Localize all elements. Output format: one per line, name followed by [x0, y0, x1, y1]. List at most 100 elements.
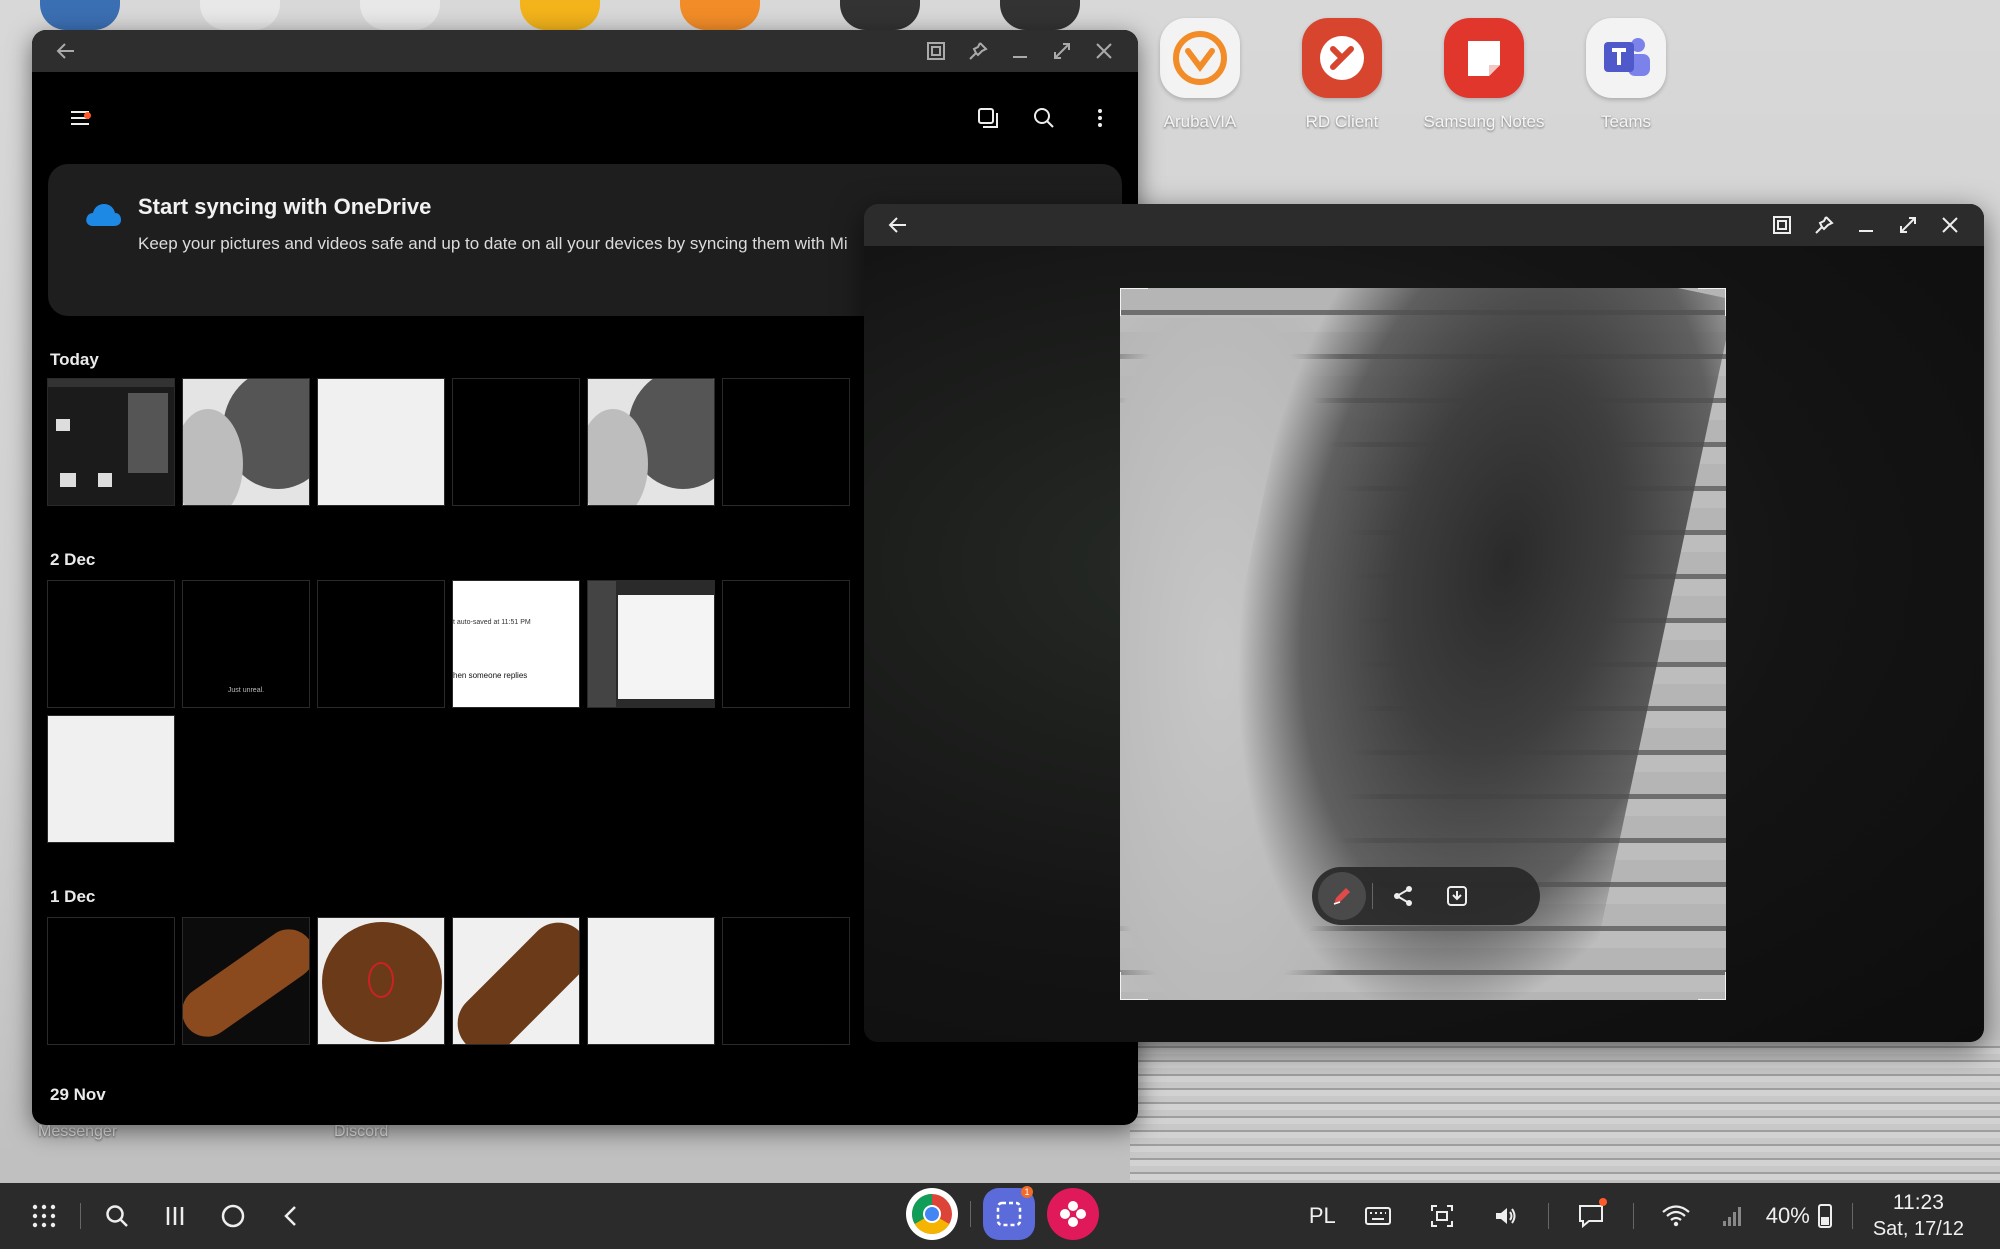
- select-icon[interactable]: [968, 98, 1008, 138]
- crop-handle[interactable]: [1120, 288, 1148, 316]
- wifi-icon[interactable]: [1654, 1194, 1698, 1238]
- pin-icon[interactable]: [958, 31, 998, 71]
- minimize-icon[interactable]: [1846, 205, 1886, 245]
- menu-icon[interactable]: [60, 98, 100, 138]
- app-icon[interactable]: [200, 0, 280, 30]
- battery-percent: 40%: [1765, 1203, 1810, 1228]
- crop-handle[interactable]: [1120, 972, 1148, 1000]
- volume-icon[interactable]: [1484, 1194, 1528, 1238]
- thumbnail[interactable]: [317, 378, 445, 506]
- app-icon[interactable]: [840, 0, 920, 30]
- shortcut-label-messenger[interactable]: Messenger: [38, 1123, 117, 1141]
- wallpaper: [1130, 1040, 2000, 1180]
- clock-time: 11:23: [1892, 1191, 1944, 1215]
- signal-icon[interactable]: [1718, 1194, 1746, 1238]
- pinned-apps: 1: [906, 1186, 1099, 1240]
- chrome-icon[interactable]: [906, 1188, 958, 1240]
- app-icon[interactable]: [40, 0, 120, 30]
- crop-handle[interactable]: [1698, 972, 1726, 1000]
- desktop-shortcuts: ArubaVIA RD Client Samsung Notes Teams: [1150, 18, 1676, 132]
- partial-app-icons-row: [40, 0, 1080, 30]
- shortcut-rd-client[interactable]: RD Client: [1292, 18, 1392, 132]
- app-icon[interactable]: [520, 0, 600, 30]
- thumbnail[interactable]: [47, 580, 175, 708]
- thumbnail[interactable]: [587, 378, 715, 506]
- rd-client-icon: [1302, 18, 1382, 98]
- pop-up-view-icon[interactable]: [1762, 205, 1802, 245]
- thumbnail[interactable]: [452, 917, 580, 1045]
- thumbnail-caption: t auto-saved at 11:51 PM: [453, 619, 531, 626]
- gallery-app-bar: [32, 72, 1138, 164]
- arubavia-icon: [1160, 18, 1240, 98]
- shortcut-label: Teams: [1600, 112, 1652, 131]
- thumbnail[interactable]: t auto-saved at 11:51 PM hen someone rep…: [452, 580, 580, 708]
- pop-up-view-icon[interactable]: [916, 31, 956, 71]
- shortcut-label: ArubaVIA: [1163, 112, 1237, 131]
- pin-icon[interactable]: [1804, 205, 1844, 245]
- thumbnail[interactable]: [47, 715, 175, 843]
- gallery-titlebar[interactable]: [32, 30, 1138, 72]
- thumbnail-caption: Just unreal.: [227, 687, 265, 694]
- maximize-icon[interactable]: [1888, 205, 1928, 245]
- more-options-icon[interactable]: [1080, 98, 1120, 138]
- back-nav-icon[interactable]: [269, 1194, 313, 1238]
- shortcut-arubavia[interactable]: ArubaVIA: [1150, 18, 1250, 132]
- thumbnail[interactable]: [47, 378, 175, 506]
- shortcut-label: RD Client: [1305, 112, 1379, 131]
- samsung-notes-icon: [1444, 18, 1524, 98]
- teams-icon: [1586, 18, 1666, 98]
- back-icon[interactable]: [878, 205, 918, 245]
- clock-date: Sat, 17/12: [1872, 1217, 1964, 1240]
- flower-app-icon[interactable]: [1047, 1188, 1099, 1240]
- search-icon[interactable]: [1024, 98, 1064, 138]
- image-action-toolbar: [1312, 867, 1540, 925]
- viewer-titlebar[interactable]: [864, 204, 1984, 246]
- thumbnail[interactable]: [47, 917, 175, 1045]
- thumbnail[interactable]: [587, 917, 715, 1045]
- thumbnail[interactable]: [182, 378, 310, 506]
- thumbnail[interactable]: [722, 378, 850, 506]
- notifications-icon[interactable]: [1569, 1194, 1613, 1238]
- share-icon[interactable]: [1379, 872, 1427, 920]
- edit-icon[interactable]: [1318, 872, 1366, 920]
- thumbnail-caption: hen someone replies: [453, 671, 528, 680]
- crop-handle[interactable]: [1698, 288, 1726, 316]
- battery-icon: [1817, 1204, 1832, 1228]
- back-icon[interactable]: [46, 31, 86, 71]
- language-indicator[interactable]: PL: [1309, 1203, 1336, 1229]
- home-icon[interactable]: [211, 1194, 255, 1238]
- app-icon[interactable]: [360, 0, 440, 30]
- maximize-icon[interactable]: [1042, 31, 1082, 71]
- thumbnail[interactable]: [587, 580, 715, 708]
- thumbnail[interactable]: [182, 917, 310, 1045]
- shortcut-label: Samsung Notes: [1423, 112, 1545, 131]
- thumbnail[interactable]: [452, 378, 580, 506]
- thumbnail[interactable]: [317, 580, 445, 708]
- search-icon[interactable]: [95, 1194, 139, 1238]
- clock[interactable]: 11:23 Sat, 17/12: [1873, 1190, 1964, 1241]
- thumbnail[interactable]: [722, 580, 850, 708]
- app-icon[interactable]: [680, 0, 760, 30]
- keyboard-icon[interactable]: [1356, 1194, 1400, 1238]
- apps-grid-icon[interactable]: [22, 1194, 66, 1238]
- notification-dot: [84, 112, 91, 119]
- recent-apps-icon[interactable]: [153, 1194, 197, 1238]
- close-icon[interactable]: [1930, 205, 1970, 245]
- thumbnail[interactable]: [317, 917, 445, 1045]
- image-viewer-window: [864, 204, 1984, 1042]
- thumbnail[interactable]: Just unreal.: [182, 580, 310, 708]
- save-icon[interactable]: [1433, 872, 1481, 920]
- screen-capture-app-icon[interactable]: 1: [983, 1186, 1035, 1240]
- system-tray: PL 40% 11:23 Sat, 17/12: [1309, 1183, 1964, 1249]
- shortcut-samsung-notes[interactable]: Samsung Notes: [1424, 18, 1544, 132]
- minimize-icon[interactable]: [1000, 31, 1040, 71]
- screenshot-icon[interactable]: [1420, 1194, 1464, 1238]
- onedrive-cloud-icon: [86, 204, 121, 226]
- close-icon[interactable]: [1084, 31, 1124, 71]
- app-icon[interactable]: [1000, 0, 1080, 30]
- shortcut-teams[interactable]: Teams: [1576, 18, 1676, 132]
- thumbnail[interactable]: [722, 917, 850, 1045]
- taskbar: 1 PL 40% 11:23 Sat, 17/12: [0, 1183, 2000, 1249]
- viewer-canvas: [864, 246, 1984, 1042]
- shortcut-label-discord[interactable]: Discord: [334, 1123, 388, 1141]
